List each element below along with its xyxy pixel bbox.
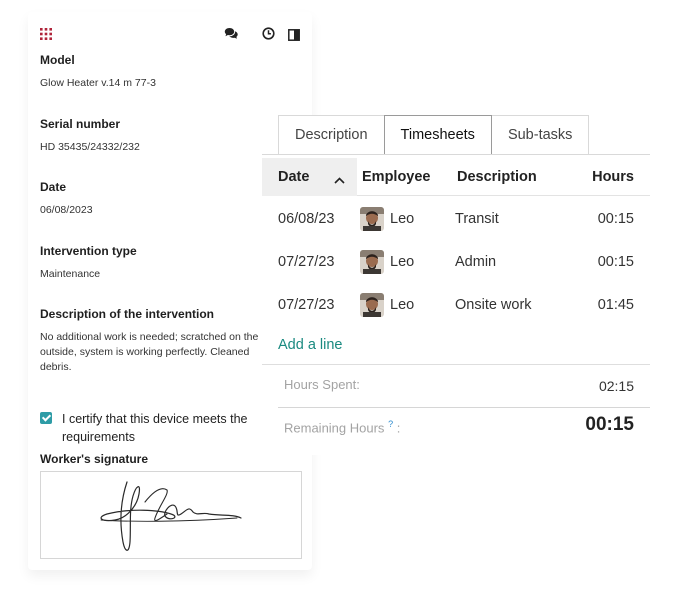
employee-name: Leo [390,296,415,313]
row-description: Onsite work [455,296,532,313]
intervention-type-value[interactable]: Maintenance [40,267,137,282]
intervention-type-label: Intervention type [40,244,137,258]
certify-checkbox[interactable] [40,412,52,424]
employee-name: Leo [390,210,415,227]
certify-label-line: I certify that this device meets the [62,412,248,426]
row-employee: Leo [360,197,414,240]
tab-description[interactable]: Description [278,115,384,155]
signature-label: Worker's signature [40,452,148,466]
add-line-link[interactable]: Add a line [278,337,343,353]
timesheet-table-header: Date Employee Description Hours [262,158,650,196]
clock-icon[interactable] [262,27,275,45]
model-field: Model Glow Heater v.14 m 77-3 [40,53,156,91]
timesheets-panel: Description Timesheets Sub-tasks Date Em… [262,115,650,455]
intervention-type-field: Intervention type Maintenance [40,244,137,282]
table-row[interactable]: 07/27/23 Leo Admin 00:15 [262,240,650,283]
description-line: No additional work is needed; scratched … [40,331,259,343]
row-date: 06/08/23 [278,210,335,227]
handwritten-signature [100,481,242,551]
row-date: 07/27/23 [278,296,335,313]
tab-sub-tasks[interactable]: Sub-tasks [491,115,590,155]
intervention-description-field: Description of the intervention No addit… [40,307,300,375]
serial-value[interactable]: HD 35435/24332/232 [40,140,140,155]
tabs-divider [262,154,650,155]
row-description: Admin [455,253,497,270]
signature-pad[interactable] [40,471,302,559]
remaining-hours-value: 00:15 [585,414,634,435]
row-hours: 00:15 [597,253,634,270]
avatar [360,206,384,231]
remaining-hours-label: Remaining Hours ? : [284,419,400,435]
row-hours: 00:15 [597,210,634,227]
serial-label: Serial number [40,117,121,131]
notebook-tabs: Description Timesheets Sub-tasks [278,115,590,155]
date-field: Date 06/08/2023 [40,180,93,218]
column-header-date-label: Date [278,169,310,185]
chat-icon[interactable] [224,27,239,45]
table-row[interactable]: 06/08/23 Leo Transit 00:15 [262,197,650,240]
table-row[interactable]: 07/27/23 Leo Onsite work 01:45 [262,283,650,326]
avatar [360,292,384,317]
help-tooltip-icon[interactable]: ? [388,419,393,429]
intervention-description-label: Description of the intervention [40,307,215,321]
certify-checkbox-row: I certify that this device meets the req… [40,410,300,446]
serial-field: Serial number HD 35435/24332/232 [40,117,140,155]
remaining-hours-text: Remaining Hours [284,420,385,436]
column-header-hours[interactable]: Hours [592,158,634,196]
tab-timesheets[interactable]: Timesheets [383,115,492,155]
certify-label-line: requirements [62,430,135,444]
column-header-employee[interactable]: Employee [362,158,431,196]
row-employee: Leo [360,283,414,326]
total-divider [278,407,650,408]
date-label: Date [40,180,67,194]
model-value[interactable]: Glow Heater v.14 m 77-3 [40,76,156,91]
date-value[interactable]: 06/08/2023 [40,203,93,218]
row-hours: 01:45 [597,296,634,313]
description-line: outside, system is working perfectly. Cl… [40,346,250,358]
employee-name: Leo [390,253,415,270]
column-header-date[interactable]: Date [262,158,357,196]
row-date: 07/27/23 [278,253,335,270]
hours-spent-label: Hours Spent: [284,377,360,392]
row-description: Transit [455,210,499,227]
certify-label: I certify that this device meets the req… [62,410,248,446]
form-topbar [28,12,312,56]
hours-spent-value: 02:15 [598,378,634,394]
description-line: debris. [40,361,72,373]
sort-ascending-icon [334,172,345,188]
summary-divider [262,364,650,365]
remaining-hours-colon: : [396,420,401,436]
intervention-description-value[interactable]: No additional work is needed; scratched … [40,330,266,375]
apps-grid-icon[interactable] [40,28,52,40]
side-panel-icon[interactable] [288,28,300,46]
avatar [360,249,384,274]
column-header-description[interactable]: Description [457,158,537,196]
model-label: Model [40,53,75,67]
row-employee: Leo [360,240,414,283]
